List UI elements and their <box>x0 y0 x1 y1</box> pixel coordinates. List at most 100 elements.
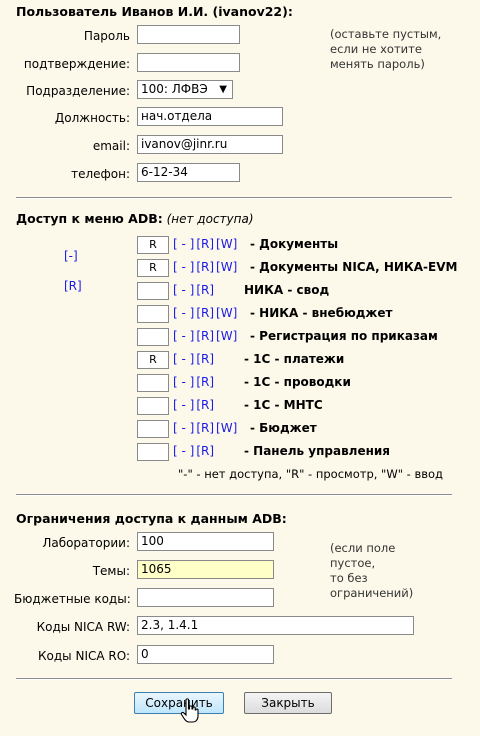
access-menu-name: - Панель управления <box>244 444 391 458</box>
access-level-links: [ - ] [R] [W] <box>173 306 239 320</box>
access-level-field[interactable]: R <box>137 351 169 369</box>
chevron-down-icon: ▼ <box>219 84 227 95</box>
department-label: Подразделение: <box>26 84 130 98</box>
access-level-link[interactable]: [R] <box>196 329 214 343</box>
password-note-line: менять пароль) <box>330 57 425 71</box>
access-level-link[interactable]: [ - ] <box>173 306 194 320</box>
access-level-link[interactable]: [R] <box>196 306 214 320</box>
divider <box>16 494 452 496</box>
restrictions-note-line: (если поле <box>330 541 396 555</box>
access-level-link[interactable]: [ - ] <box>173 329 194 343</box>
access-menu-name: - 1С - платежи <box>244 352 345 366</box>
topics-field[interactable]: 1065 <box>137 560 274 579</box>
save-button[interactable]: Сохранить <box>134 692 224 714</box>
password-note: (оставьте пустым, если не хотите менять … <box>330 27 441 72</box>
access-menu-name: - Регистрация по приказам <box>250 329 438 343</box>
phone-field[interactable]: 6-12-34 <box>137 163 240 182</box>
topics-label: Темы: <box>92 564 130 578</box>
access-level-link[interactable]: [ - ] <box>173 444 194 458</box>
access-level-field[interactable] <box>137 420 169 438</box>
hand-cursor-icon <box>180 698 199 723</box>
department-select-value: 100: ЛФВЭ <box>141 82 208 96</box>
phone-label: телефон: <box>71 167 130 181</box>
access-level-link[interactable]: [ - ] <box>173 421 194 435</box>
access-level-links: [ - ] [R] <box>173 398 216 412</box>
access-section-title: Доступ к меню ADB: (нет доступа) <box>16 211 254 226</box>
access-level-link[interactable]: [R] <box>196 237 214 251</box>
access-level-link[interactable]: [W] <box>216 329 237 343</box>
access-level-field[interactable] <box>137 328 169 346</box>
access-level-field[interactable] <box>137 443 169 461</box>
password-label: Пароль <box>83 29 130 43</box>
divider <box>16 197 452 199</box>
access-level-link[interactable]: [R] <box>196 260 214 274</box>
access-level-link[interactable]: [W] <box>216 237 237 251</box>
access-menu-name: - 1С - проводки <box>244 375 351 389</box>
access-level-field[interactable] <box>137 374 169 392</box>
position-label: Должность: <box>54 111 130 125</box>
nica-rw-field[interactable]: 2.3, 1.4.1 <box>137 616 414 635</box>
access-level-link[interactable]: [ - ] <box>173 375 194 389</box>
access-level-link[interactable]: [R] <box>196 375 214 389</box>
nica-ro-field[interactable]: 0 <box>137 645 274 664</box>
budget-codes-label: Бюджетные коды: <box>14 592 131 606</box>
access-title: Доступ к меню ADB: <box>16 211 163 226</box>
access-level-link[interactable]: [R] <box>196 398 214 412</box>
access-level-link[interactable]: [R] <box>196 352 214 366</box>
labs-field[interactable]: 100 <box>137 532 274 551</box>
confirm-password-field[interactable] <box>137 53 240 72</box>
access-level-link[interactable]: [ - ] <box>173 260 194 274</box>
set-all-none-link[interactable]: [-] <box>64 249 78 263</box>
nica-ro-label: Коды NICA RO: <box>38 649 130 663</box>
access-level-links: [ - ] [R] [W] <box>173 237 239 251</box>
access-level-link[interactable]: [R] <box>196 283 214 297</box>
access-level-link[interactable]: [ - ] <box>173 352 194 366</box>
confirm-password-label: подтверждение: <box>23 57 130 71</box>
access-title-note: (нет доступа) <box>166 212 254 226</box>
access-level-field[interactable] <box>137 305 169 323</box>
divider <box>16 678 452 680</box>
restrictions-section-title: Ограничения доступа к данным ADB: <box>16 511 287 526</box>
set-all-read-link[interactable]: [R] <box>64 279 82 293</box>
access-legend: "-" - нет доступа, "R" - просмотр, "W" -… <box>178 467 444 481</box>
access-level-links: [ - ] [R] <box>173 283 216 297</box>
nica-rw-label: Коды NICA RW: <box>36 620 130 634</box>
password-note-line: если не хотите <box>330 42 422 56</box>
access-menu-name: - НИКА - внебюджет <box>250 306 393 320</box>
access-level-link[interactable]: [W] <box>216 421 237 435</box>
password-note-line: (оставьте пустым, <box>330 27 442 41</box>
access-level-links: [ - ] [R] [W] <box>173 260 239 274</box>
access-level-field[interactable]: R <box>137 259 169 277</box>
access-level-links: [ - ] [R] <box>173 352 216 366</box>
restrictions-note-line: ограничений) <box>330 586 414 600</box>
position-field[interactable]: нач.отдела <box>137 107 283 126</box>
access-menu-name: - Бюджет <box>250 421 317 435</box>
access-level-links: [ - ] [R] <box>173 444 216 458</box>
department-select[interactable]: 100: ЛФВЭ ▼ <box>137 80 233 99</box>
access-level-link[interactable]: [ - ] <box>173 398 194 412</box>
access-level-link[interactable]: [W] <box>216 306 237 320</box>
password-field[interactable] <box>137 25 240 44</box>
access-level-link[interactable]: [R] <box>196 421 214 435</box>
access-level-field[interactable]: R <box>137 236 169 254</box>
access-level-field[interactable] <box>137 397 169 415</box>
budget-codes-field[interactable] <box>137 588 274 607</box>
access-level-link[interactable]: [ - ] <box>173 283 194 297</box>
access-level-link[interactable]: [ - ] <box>173 237 194 251</box>
access-menu-name: - Документы NICA, НИКА-EVM <box>250 260 458 274</box>
labs-label: Лаборатории: <box>42 536 130 550</box>
access-menu-name: - Документы <box>250 237 339 251</box>
access-level-links: [ - ] [R] [W] <box>173 421 239 435</box>
email-field[interactable]: ivanov@jinr.ru <box>137 135 283 154</box>
restrictions-note-line: то без <box>330 571 368 585</box>
access-level-links: [ - ] [R] <box>173 375 216 389</box>
restrictions-note-line: пустое, <box>330 556 376 570</box>
access-level-link[interactable]: [W] <box>216 260 237 274</box>
email-label: email: <box>92 139 130 153</box>
access-level-links: [ - ] [R] [W] <box>173 329 239 343</box>
access-level-link[interactable]: [R] <box>196 444 214 458</box>
close-button[interactable]: Закрыть <box>244 692 332 714</box>
access-level-field[interactable] <box>137 282 169 300</box>
restrictions-note: (если поле пустое, то без ограничений) <box>330 541 413 601</box>
access-menu-name: НИКА - свод <box>244 283 330 297</box>
